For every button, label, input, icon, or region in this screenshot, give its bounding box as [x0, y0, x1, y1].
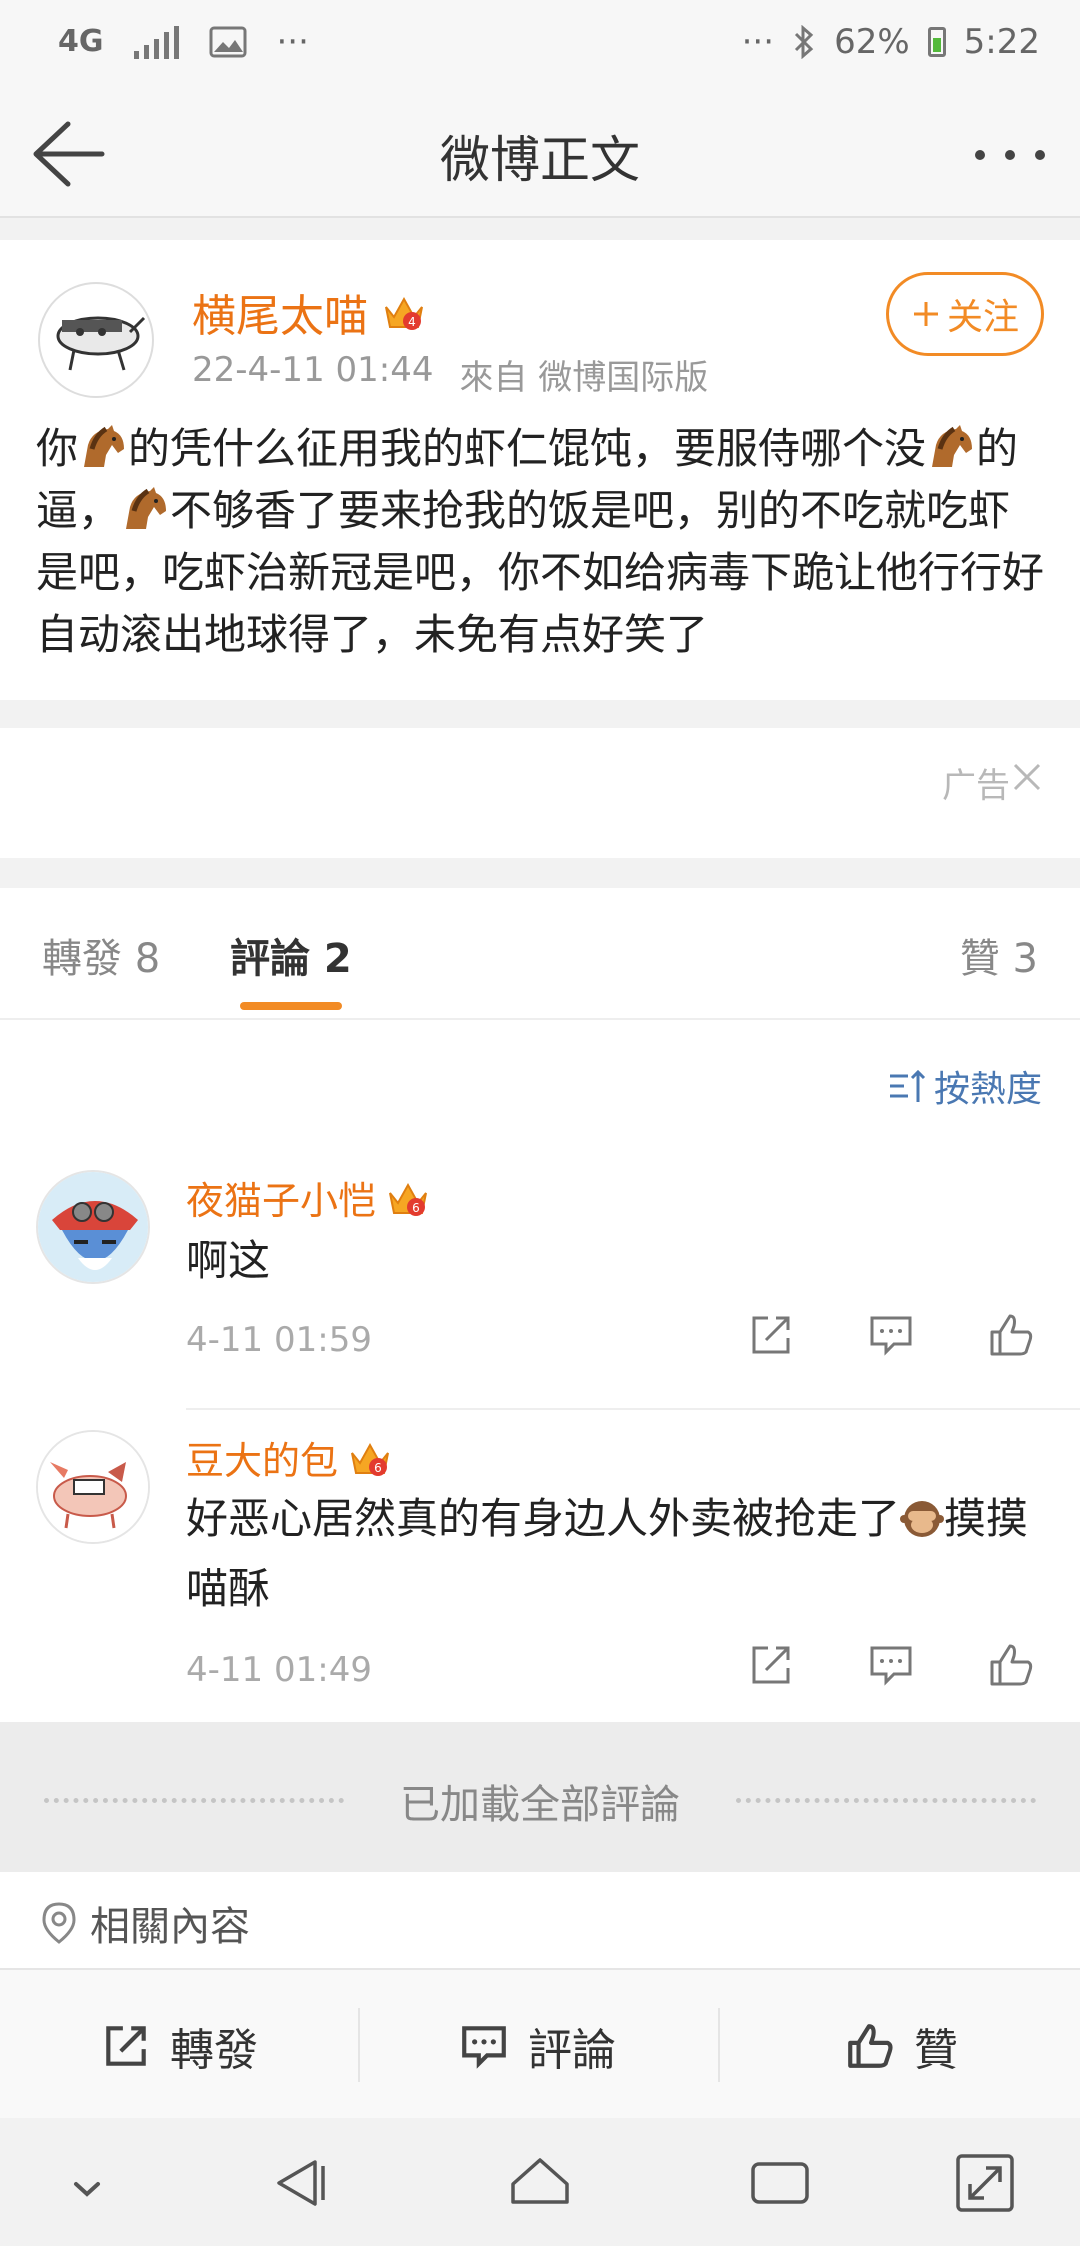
- author-row: 横尾太喵 4: [192, 280, 426, 344]
- vip-crown-icon: 6: [351, 1442, 389, 1476]
- share-icon[interactable]: [746, 1310, 796, 1360]
- author-avatar[interactable]: [38, 282, 154, 398]
- comment-time: 4-11 01:49: [186, 1650, 372, 1690]
- svg-text:4: 4: [408, 315, 416, 329]
- location-pin-icon: [42, 1902, 76, 1944]
- active-tab-indicator: [240, 1002, 342, 1010]
- all-comments-loaded-bar: 已加載全部評論: [0, 1722, 1080, 1872]
- tab-comment[interactable]: 評論 2: [230, 926, 352, 984]
- share-icon: [106, 2026, 146, 2066]
- like-label: 贊: [914, 2025, 958, 2076]
- vip-crown-icon: 6: [389, 1182, 427, 1216]
- bluetooth-icon: [795, 25, 814, 59]
- follow-button[interactable]: 关注: [886, 272, 1044, 356]
- comment-actions: [746, 1640, 1036, 1690]
- more-status-right: ···: [741, 22, 775, 62]
- plus-icon: [913, 302, 938, 326]
- commenter-name[interactable]: 夜猫子小恺: [186, 1170, 376, 1225]
- comment-label: 評論: [528, 2025, 616, 2076]
- comment-time: 4-11 01:59: [186, 1320, 372, 1360]
- battery-percent: 62%: [834, 22, 910, 62]
- post-text-segment: 不够香了要来抢我的饭是吧，别的不吃就吃虾是吧，吃虾治新冠是吧，你不如给病毒下跪让…: [36, 486, 1045, 659]
- interaction-tabs: 轉發 8 評論 2 贊 3: [0, 888, 1080, 1020]
- post-text: 你的凭什么征用我的虾仁馄饨，要服侍哪个没 的逼， 不够香了要来抢我的饭是吧，别的不吃…: [36, 418, 1046, 666]
- system-nav-bar: [0, 2118, 1080, 2246]
- commenter-name-row: 夜猫子小恺 6: [186, 1170, 430, 1225]
- follow-label: 关注: [946, 297, 1019, 338]
- related-row: 相關內容: [38, 1894, 250, 1952]
- comment-text: 啊这: [186, 1236, 271, 1285]
- tab-like[interactable]: 贊 3: [960, 926, 1038, 984]
- close-icon[interactable]: [1012, 762, 1042, 792]
- more-status-left: ···: [276, 22, 309, 62]
- sort-icon: [889, 1069, 926, 1102]
- horse-emoji-icon: [126, 487, 167, 529]
- author-name[interactable]: 横尾太喵: [192, 280, 368, 344]
- related-section[interactable]: 相關內容: [0, 1872, 1080, 1968]
- nav-bar: 微博正文: [0, 90, 1080, 218]
- post-source: 來自 微博国际版: [459, 358, 709, 398]
- image-icon: [209, 26, 246, 58]
- status-bar: 4G ··· ··· 62% 5:22: [0, 0, 1080, 90]
- commenter-name-row: 豆大的包 6: [186, 1430, 392, 1485]
- page-title: 微博正文: [440, 131, 640, 189]
- thumbs-up-icon: [848, 2024, 893, 2068]
- ad-label: 广告: [942, 766, 1010, 806]
- signal-icon: [133, 25, 179, 59]
- repost-button[interactable]: 轉發: [100, 2014, 258, 2078]
- horse-emoji-icon: [932, 425, 973, 467]
- horse-emoji-icon: [84, 425, 125, 467]
- separator: [358, 2008, 360, 2082]
- comment-list: 按熱度 夜猫子小恺 6 啊这 4-11 01:59 豆大的包 6 好恶心居然真的…: [0, 1020, 1080, 1722]
- battery-icon: [927, 27, 946, 57]
- home-icon[interactable]: [505, 2148, 575, 2218]
- svg-text:6: 6: [374, 1461, 382, 1475]
- more-icon[interactable]: [970, 130, 1050, 180]
- sort-label: 按熱度: [933, 1069, 1042, 1110]
- separator: [718, 2008, 720, 2082]
- share-icon[interactable]: [746, 1640, 796, 1690]
- reply-icon[interactable]: [866, 1640, 916, 1690]
- ad-slot: 广告: [0, 728, 1080, 858]
- recent-apps-icon[interactable]: [745, 2148, 815, 2218]
- post-date: 22-4-11 01:44: [192, 350, 434, 390]
- comment-actions: [746, 1310, 1036, 1360]
- comment-text-main: 好恶心居然真的有身边人外卖被抢走了: [186, 1494, 901, 1543]
- commenter-avatar[interactable]: [36, 1170, 150, 1284]
- tab-repost[interactable]: 轉發 8: [42, 926, 160, 984]
- chevron-down-icon[interactable]: [52, 2148, 122, 2218]
- expand-icon[interactable]: [950, 2148, 1020, 2218]
- bottom-toolbar: 轉發 評論 贊: [0, 1968, 1080, 2118]
- related-label: 相關內容: [90, 1904, 250, 1950]
- thumbs-up-icon[interactable]: [986, 1310, 1036, 1360]
- commenter-name[interactable]: 豆大的包: [186, 1430, 338, 1485]
- svg-text:6: 6: [412, 1201, 420, 1215]
- comment-icon: [462, 2026, 506, 2069]
- vip-crown-icon: 4: [385, 296, 423, 330]
- comment-button[interactable]: 評論: [458, 2014, 616, 2078]
- post-meta: 22-4-11 01:44 來自 微博国际版: [192, 350, 708, 399]
- back-triangle-icon[interactable]: [265, 2148, 335, 2218]
- thumbs-up-icon[interactable]: [986, 1640, 1036, 1690]
- reply-icon[interactable]: [866, 1310, 916, 1360]
- network-label: 4G: [58, 24, 104, 59]
- like-button[interactable]: 贊: [844, 2014, 958, 2078]
- weibo-post: 横尾太喵 4 22-4-11 01:44 來自 微博国际版 关注 你的凭什么征用…: [0, 240, 1080, 700]
- post-text-segment: 你: [36, 424, 79, 473]
- repost-label: 轉發: [170, 2025, 258, 2076]
- dotted-divider: [736, 1798, 1036, 1803]
- clock: 5:22: [963, 22, 1040, 62]
- divider: [186, 1408, 1080, 1410]
- comment-text: 好恶心居然真的有身边人外卖被抢走了 摸摸喵酥: [186, 1484, 1046, 1624]
- see-no-evil-monkey-icon: [900, 1501, 945, 1537]
- commenter-avatar[interactable]: [36, 1430, 150, 1544]
- post-text-segment: 的凭什么征用我的虾仁馄饨，要服侍哪个没: [128, 424, 927, 473]
- sort-button[interactable]: 按熱度: [888, 1060, 1042, 1112]
